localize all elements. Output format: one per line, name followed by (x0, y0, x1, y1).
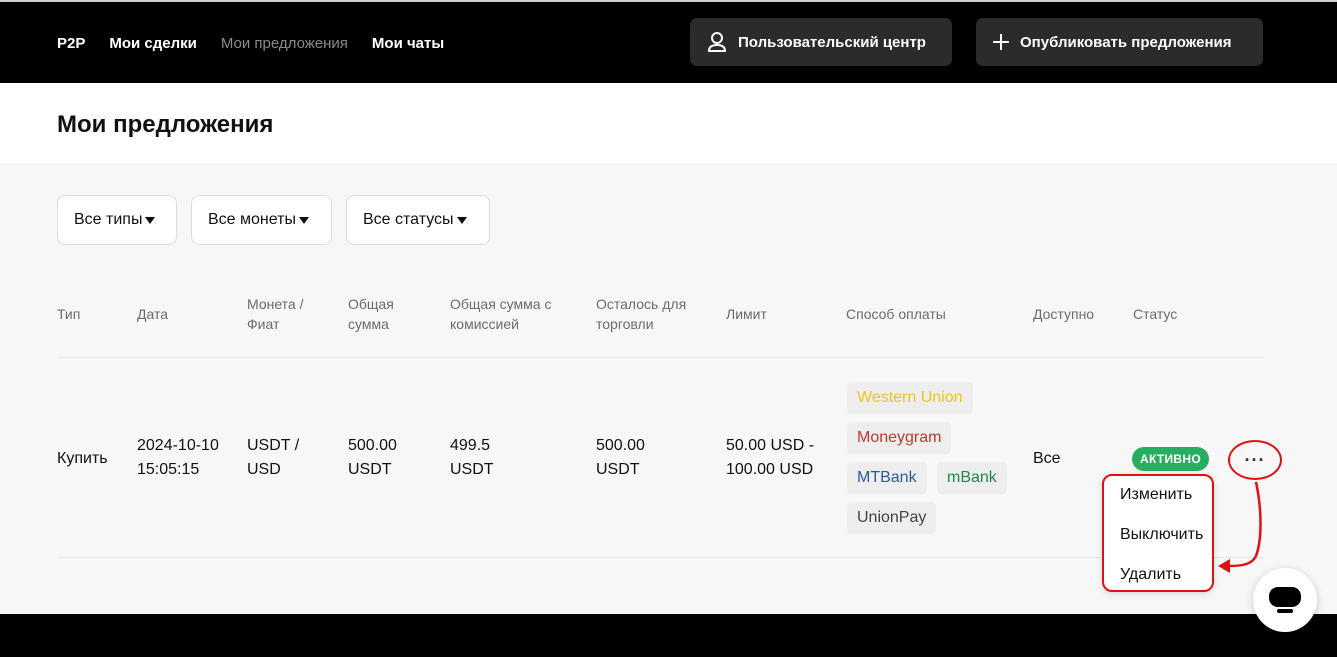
nav-my-chats[interactable]: Мои чаты (372, 35, 444, 52)
title-band: Мои предложения (0, 83, 1337, 163)
chat-icon (1269, 587, 1301, 613)
menu-item-edit[interactable]: Изменить (1120, 486, 1192, 504)
header-status: Статус (1133, 306, 1178, 322)
cell-total-unit: USDT (348, 461, 392, 478)
cell-remaining-value: 500.00 (596, 437, 645, 454)
table-row-divider (57, 557, 1264, 558)
cell-total-fee: 499.5 USDT (450, 434, 494, 482)
cell-total-value: 500.00 (348, 437, 397, 454)
cell-remaining: 500.00 USDT (596, 434, 645, 482)
payment-tag-moneygram: Moneygram (847, 422, 952, 454)
footer-bar (0, 614, 1337, 657)
payment-tag-mtbank: MTBank (847, 462, 927, 494)
cell-limit-max: 100.00 USD (726, 461, 814, 478)
user-center-label: Пользовательский центр (738, 33, 926, 51)
page-title: Мои предложения (57, 111, 274, 138)
cell-total: 500.00 USDT (348, 434, 397, 482)
filter-coins-label: Все монеты (208, 211, 296, 228)
header-date: Дата (137, 306, 169, 322)
cell-type: Купить (57, 450, 108, 467)
user-icon (707, 32, 727, 52)
menu-item-disable[interactable]: Выключить (1120, 526, 1203, 544)
cell-total-fee-unit: USDT (450, 461, 494, 478)
caret-down-icon (298, 216, 309, 224)
header-type: Тип (57, 306, 81, 322)
cell-limit: 50.00 USD - 100.00 USD (726, 434, 814, 482)
cell-date: 2024-10-10 15:05:15 (137, 434, 219, 482)
filter-statuses-dropdown[interactable]: Все статусы (346, 195, 490, 245)
filter-types-label: Все типы (74, 211, 143, 228)
publish-offer-button[interactable]: Опубликовать предложения (976, 18, 1263, 66)
cell-coin-fiat: USDT / USD (247, 434, 299, 482)
header-total: Общая сумма (348, 296, 394, 332)
payment-tag-unionpay: UnionPay (847, 502, 937, 534)
table-header-divider (57, 357, 1264, 358)
main-nav: P2P Мои сделки Мои предложения Мои чаты (57, 35, 468, 52)
header-remaining: Осталось для торговли (596, 296, 687, 332)
header-payment: Способ оплаты (846, 306, 946, 322)
more-icon: ··· (1244, 449, 1266, 470)
cell-remaining-unit: USDT (596, 461, 640, 478)
cell-date-time: 15:05:15 (137, 461, 200, 478)
plus-icon (993, 34, 1009, 50)
cell-coin: USDT / (247, 437, 300, 454)
annotation-arrow (1218, 481, 1262, 573)
cell-available: Все (1033, 450, 1061, 467)
payment-tag-mbank: mBank (937, 462, 1007, 494)
header-available: Доступно (1033, 306, 1095, 322)
filter-coins-dropdown[interactable]: Все монеты (191, 195, 332, 245)
chat-support-button[interactable] (1253, 568, 1317, 632)
caret-down-icon (456, 216, 467, 224)
filter-statuses-label: Все статусы (363, 211, 454, 228)
nav-my-offers[interactable]: Мои предложения (221, 35, 348, 52)
user-center-button[interactable]: Пользовательский центр (690, 18, 952, 66)
cell-date-day: 2024-10-10 (137, 437, 219, 454)
status-badge: АКТИВНО (1132, 447, 1209, 471)
header-limit: Лимит (726, 306, 767, 322)
payment-tag-western-union: Western Union (847, 382, 973, 414)
cell-fiat: USD (247, 461, 281, 478)
caret-down-icon (145, 216, 156, 224)
row-actions-menu: Изменить Выключить Удалить (1102, 474, 1214, 592)
menu-item-delete[interactable]: Удалить (1120, 566, 1181, 584)
filter-types-dropdown[interactable]: Все типы (57, 195, 177, 245)
header-total-fee: Общая сумма с комиссией (450, 296, 552, 332)
top-navigation-bar: P2P Мои сделки Мои предложения Мои чаты … (0, 0, 1337, 83)
nav-my-deals[interactable]: Мои сделки (109, 35, 197, 52)
cell-total-fee-value: 499.5 (450, 437, 491, 454)
header-coin-fiat: Монета / Фиат (247, 296, 304, 332)
nav-p2p[interactable]: P2P (57, 35, 85, 52)
cell-limit-min: 50.00 USD - (726, 437, 815, 454)
publish-offer-label: Опубликовать предложения (1020, 33, 1232, 51)
